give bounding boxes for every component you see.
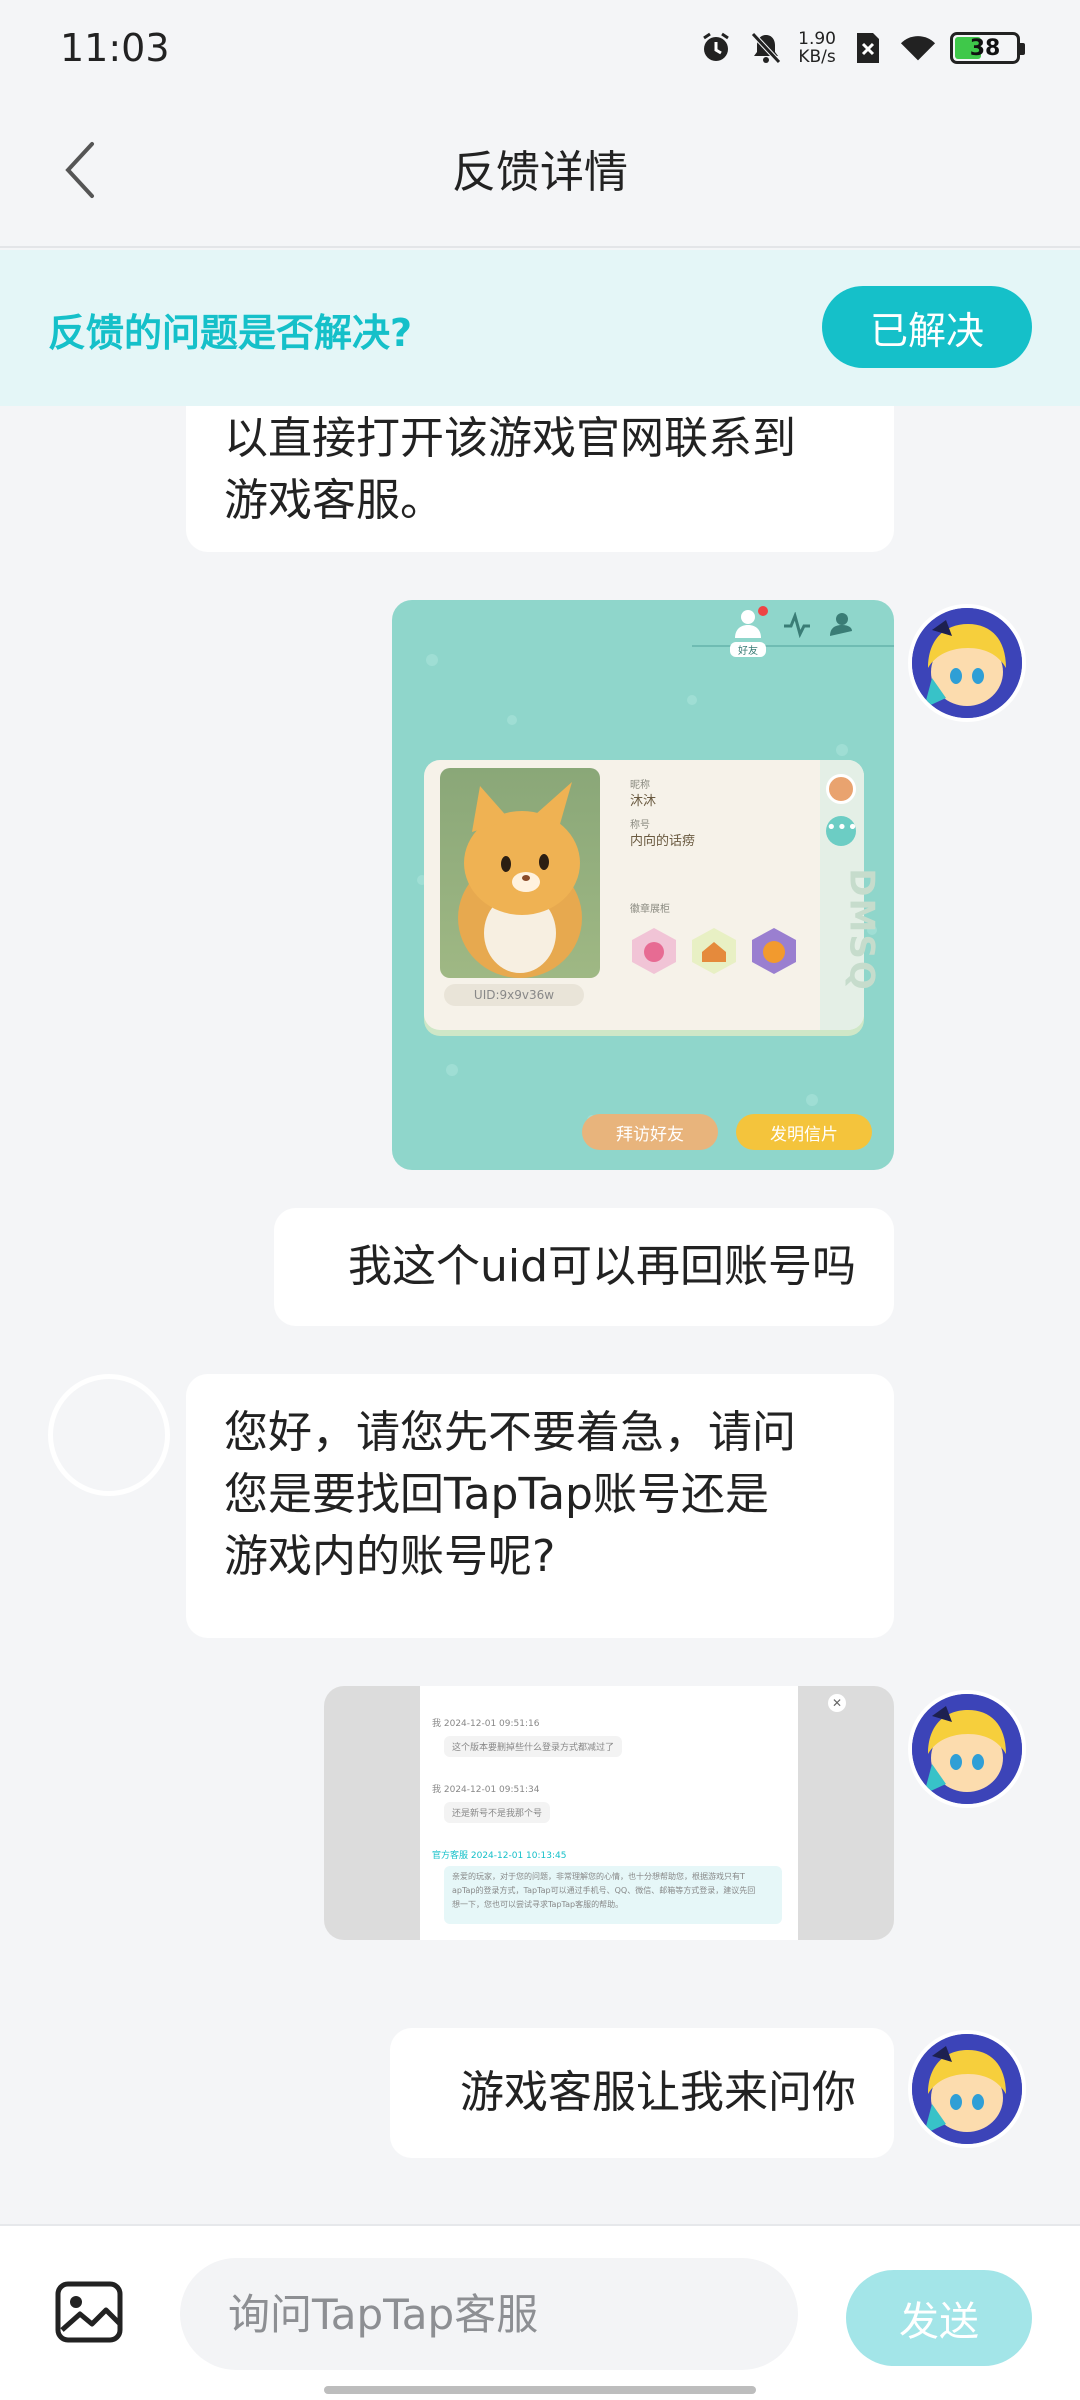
screenshot-text: 我 2024-12-01 09:51:16 bbox=[432, 1719, 540, 1729]
resolution-question: 反馈的问题是否解决? bbox=[48, 311, 413, 355]
status-icons: 1.90 KB/s 38 bbox=[698, 30, 1025, 66]
title-value: 内向的话痨 bbox=[630, 834, 696, 849]
message-input[interactable] bbox=[180, 2258, 798, 2370]
resolved-button[interactable]: 已解决 bbox=[822, 286, 1032, 368]
network-speed-unit: KB/s bbox=[798, 47, 836, 67]
message-composer: 发送 bbox=[0, 2224, 1080, 2400]
user-avatar[interactable] bbox=[908, 2030, 1026, 2148]
send-postcard-button: 发明信片 bbox=[736, 1114, 872, 1150]
user-settings-icon bbox=[830, 613, 852, 636]
page-title: 反馈详情 bbox=[452, 147, 628, 198]
close-icon: ✕ bbox=[828, 1694, 846, 1712]
screenshot-text: 还是新号不是我那个号 bbox=[444, 1802, 551, 1823]
avatar-character-icon bbox=[912, 1694, 1022, 1804]
friends-tab-label: 好友 bbox=[730, 642, 766, 657]
status-time: 11:03 bbox=[60, 26, 170, 70]
no-sim-icon bbox=[850, 30, 886, 66]
teapot-badge-icon bbox=[632, 928, 676, 974]
avatar-character-icon bbox=[912, 2034, 1022, 2144]
badge-showcase-label: 徽章展柜 bbox=[630, 904, 670, 915]
network-speed-value: 1.90 bbox=[798, 29, 836, 49]
visit-friend-button: 拜访好友 bbox=[582, 1114, 718, 1150]
user-avatar[interactable] bbox=[908, 604, 1026, 722]
message-text-line: 您好，请您先不要着急，请问 bbox=[224, 1407, 796, 1458]
title-label: 称号 bbox=[630, 820, 650, 831]
screenshot-text: 这个版本要删掉些什么登录方式都减过了 bbox=[444, 1736, 623, 1757]
user-message: 我这个uid可以再回账号吗 bbox=[274, 1208, 894, 1326]
wifi-icon bbox=[900, 30, 936, 66]
nickname-value: 沐沐 bbox=[630, 794, 657, 809]
image-icon bbox=[55, 2281, 123, 2343]
status-bar: 11:03 1.90 KB/s 38 bbox=[0, 0, 1080, 100]
pumpkin-badge-icon bbox=[752, 928, 796, 974]
friends-tab: 好友 bbox=[730, 606, 768, 657]
player-profile-card: UID:9x9v36w 昵称 沐沐 称号 内向的话痨 徽章展柜 ••• DMSQ bbox=[424, 760, 882, 1030]
house-badge-icon bbox=[692, 928, 736, 974]
user-message: 游戏客服让我来问你 bbox=[390, 2028, 894, 2158]
support-message: 您好，请您先不要着急，请问 您是要找回TapTap账号还是 游戏内的账号呢? bbox=[186, 1374, 894, 1638]
screenshot-page: 我 2024-12-01 09:51:16 这个版本要删掉些什么登录方式都减过了… bbox=[420, 1686, 798, 1940]
support-avatar[interactable] bbox=[48, 1374, 170, 1496]
cat-character-image bbox=[440, 768, 600, 978]
screenshot-support-reply: 亲爱的玩家，对于您的问题，非常理解您的心情，也十分想帮助您，根据游戏只有T ap… bbox=[444, 1866, 782, 1924]
feedback-resolution-banner: 反馈的问题是否解决? 已解决 bbox=[0, 250, 1080, 406]
app-header: 反馈详情 bbox=[0, 100, 1080, 248]
alarm-icon bbox=[698, 30, 734, 66]
user-image-message[interactable]: 好友 UID:9x9v36w 昵称 沐沐 称号 内向的话痨 徽章展柜 ••• D… bbox=[392, 600, 894, 1170]
message-text-line: 您是要找回TapTap账号还是 bbox=[224, 1469, 769, 1520]
message-text-line: 以直接打开该游戏官网联系到 bbox=[224, 413, 796, 464]
more-options-icon: ••• bbox=[826, 816, 858, 846]
support-message: 以直接打开该游戏官网联系到 游戏客服。 bbox=[186, 406, 894, 552]
battery-indicator: 38 bbox=[950, 32, 1025, 64]
nickname-label: 昵称 bbox=[630, 780, 650, 791]
network-speed: 1.90 KB/s bbox=[798, 30, 836, 66]
screenshot-text: 官方客服 2024-12-01 10:13:45 bbox=[432, 1851, 567, 1861]
battery-level: 38 bbox=[969, 35, 1001, 61]
send-button[interactable]: 发送 bbox=[846, 2270, 1032, 2366]
activity-icon bbox=[784, 612, 810, 638]
message-text: 游戏客服让我来问你 bbox=[460, 2067, 856, 2118]
mute-bell-icon bbox=[748, 30, 784, 66]
attach-image-button[interactable] bbox=[54, 2280, 124, 2344]
avatar-character-icon bbox=[912, 608, 1022, 718]
message-text-line: 游戏客服。 bbox=[224, 475, 444, 526]
side-vertical-text: ••• DMSQ bbox=[820, 760, 882, 1030]
chat-message-list[interactable]: 以直接打开该游戏官网联系到 游戏客服。 好友 UID:9x9v36w 昵称 沐沐… bbox=[0, 406, 1080, 2224]
message-text: 我这个uid可以再回账号吗 bbox=[347, 1241, 856, 1292]
screenshot-text: 我 2024-12-01 09:51:34 bbox=[432, 1785, 540, 1795]
message-text-line: 游戏内的账号呢? bbox=[224, 1531, 556, 1582]
user-screenshot-message[interactable]: 我 2024-12-01 09:51:16 这个版本要删掉些什么登录方式都减过了… bbox=[324, 1686, 894, 1940]
uid-tag: UID:9x9v36w bbox=[444, 984, 584, 1006]
home-indicator[interactable] bbox=[324, 2386, 756, 2394]
user-avatar[interactable] bbox=[908, 1690, 1026, 1808]
